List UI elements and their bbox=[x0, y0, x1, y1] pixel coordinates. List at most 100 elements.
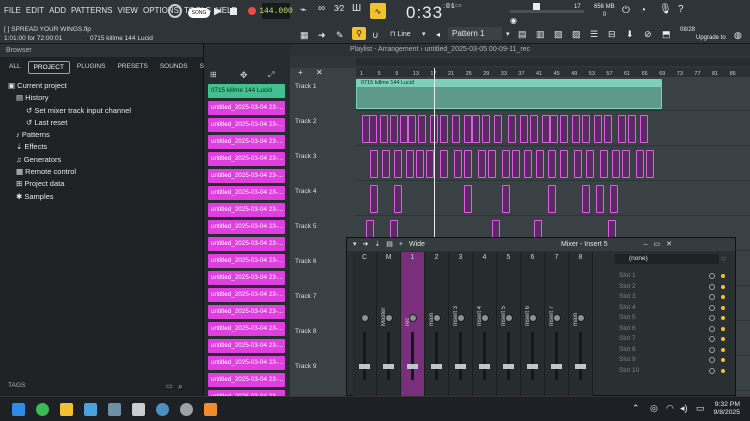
tab-all[interactable]: ALL bbox=[4, 61, 26, 74]
pattern-clip[interactable] bbox=[416, 150, 424, 178]
pattern-clip[interactable] bbox=[550, 115, 558, 143]
channel-button[interactable]: untitled_2025-03-04 23-... bbox=[208, 237, 285, 251]
close-icon[interactable]: ✕ bbox=[316, 68, 323, 77]
pattern-clip[interactable] bbox=[560, 150, 568, 178]
effect-slot[interactable]: Slot 2 bbox=[619, 283, 636, 290]
record-icon[interactable] bbox=[248, 7, 256, 15]
fader-track[interactable] bbox=[387, 332, 390, 380]
track-label[interactable]: Track 7 bbox=[290, 293, 348, 300]
tag-icon[interactable]: ⊘ bbox=[644, 29, 652, 40]
channel-button[interactable]: untitled_2025-03-04 23-... bbox=[208, 220, 285, 234]
pattern-clip[interactable] bbox=[394, 150, 402, 178]
pan-knob[interactable] bbox=[577, 314, 585, 322]
pan-knob[interactable] bbox=[505, 314, 513, 322]
mixer-strip[interactable]: C bbox=[353, 252, 377, 396]
wifi-icon[interactable]: ◠ bbox=[666, 403, 674, 414]
pattern-clip[interactable] bbox=[440, 150, 448, 178]
mixer-view-icon[interactable]: ▤ bbox=[386, 238, 393, 251]
system-clock[interactable]: 9:32 PM 9/8/2025 bbox=[714, 401, 740, 417]
cpu-chart-icon[interactable]: ◔ bbox=[640, 5, 646, 16]
close-mixer-icon[interactable]: ✕ bbox=[666, 238, 672, 251]
fader-handle[interactable] bbox=[383, 364, 394, 369]
pattern-clip[interactable] bbox=[622, 150, 630, 178]
tree-remote-control[interactable]: ▦ Remote control bbox=[0, 166, 203, 178]
pattern-clip[interactable] bbox=[394, 185, 402, 213]
tree-history-item[interactable]: ↺ Last reset bbox=[0, 117, 203, 129]
pattern-clip[interactable] bbox=[574, 150, 582, 178]
effect-slot[interactable]: Slot 8 bbox=[619, 346, 636, 353]
track-label[interactable]: Track 1 bbox=[290, 83, 348, 90]
pattern-selector[interactable]: Pattern 1 bbox=[448, 27, 502, 40]
fl-studio-icon[interactable] bbox=[204, 403, 217, 416]
fader-handle[interactable] bbox=[479, 364, 490, 369]
track-label[interactable]: Track 6 bbox=[290, 258, 348, 265]
tree-patterns[interactable]: ♪ Patterns bbox=[0, 129, 203, 141]
slot-mix-knob[interactable] bbox=[709, 346, 715, 353]
slot-enable-led[interactable] bbox=[721, 337, 725, 341]
pattern-clip[interactable] bbox=[464, 150, 472, 178]
upgrade-link[interactable]: Upgrade to bbox=[696, 35, 726, 41]
pattern-clip[interactable] bbox=[560, 115, 568, 143]
play-icon[interactable]: ▶ bbox=[214, 6, 222, 17]
help-icon[interactable]: ? bbox=[678, 4, 684, 15]
song-mode-icon[interactable] bbox=[168, 4, 182, 18]
magnet-icon[interactable]: ∪ bbox=[372, 30, 379, 41]
pattern-prev-icon[interactable]: ◂ bbox=[436, 30, 440, 39]
slot-mix-knob[interactable] bbox=[709, 304, 715, 311]
slot-mix-knob[interactable] bbox=[709, 294, 715, 300]
pattern-clip[interactable] bbox=[370, 185, 378, 213]
effect-slot[interactable]: Slot 6 bbox=[619, 325, 636, 332]
pattern-clip[interactable] bbox=[596, 185, 604, 213]
channel-button[interactable]: untitled_2025-03-04 23-... bbox=[208, 101, 285, 115]
pattern-clip[interactable] bbox=[472, 115, 480, 143]
channel-button[interactable]: untitled_2025-03-04 23-... bbox=[208, 135, 285, 149]
pattern-clip[interactable] bbox=[478, 150, 486, 178]
slot-enable-led[interactable] bbox=[721, 284, 725, 289]
mixer-strip[interactable]: 7 Insert 7 bbox=[545, 252, 569, 396]
pattern-clip[interactable] bbox=[400, 115, 408, 143]
arrow-icon[interactable]: ➜ bbox=[318, 30, 326, 41]
blend-notes-icon[interactable]: Ш bbox=[352, 3, 361, 14]
pattern-clip[interactable] bbox=[426, 150, 434, 178]
tree-current-project[interactable]: ▣ Current project bbox=[0, 80, 203, 92]
obs-icon[interactable] bbox=[180, 403, 193, 416]
pencil-icon[interactable]: ✎ bbox=[336, 30, 344, 41]
channel-button[interactable]: untitled_2025-03-04 23-... bbox=[208, 203, 285, 217]
pattern-clip[interactable] bbox=[440, 115, 448, 143]
effect-slot[interactable]: Slot 4 bbox=[619, 304, 636, 311]
pattern-clip[interactable] bbox=[454, 150, 462, 178]
fader-handle[interactable] bbox=[575, 364, 586, 369]
fader-track[interactable] bbox=[531, 332, 534, 380]
tempo-display[interactable]: 144.000 bbox=[259, 3, 293, 19]
tray-chevron-icon[interactable]: ⌃ bbox=[632, 403, 640, 414]
move-icon[interactable]: ✥ bbox=[240, 70, 248, 81]
timeline-ruler[interactable]: 1591317212529333741454953576165697377818… bbox=[356, 68, 750, 77]
pat-song-toggle[interactable]: SONG bbox=[188, 8, 210, 18]
pan-knob[interactable] bbox=[553, 314, 561, 322]
slot-mix-knob[interactable] bbox=[709, 357, 715, 363]
app-icon-3[interactable] bbox=[132, 403, 145, 416]
slot-mix-knob[interactable] bbox=[709, 325, 715, 332]
menu-file[interactable]: FILE bbox=[4, 6, 21, 15]
pattern-clip[interactable] bbox=[494, 115, 502, 143]
chrome-icon[interactable] bbox=[36, 403, 49, 416]
preset-selector[interactable]: (none) bbox=[615, 254, 719, 264]
slot-enable-led[interactable] bbox=[721, 316, 725, 320]
app-icon-2[interactable] bbox=[108, 403, 121, 416]
fader-track[interactable] bbox=[459, 332, 462, 380]
insert-menu-icon[interactable]: ◌ bbox=[721, 254, 726, 263]
channel-button[interactable]: untitled_2025-03-04 23-... bbox=[208, 271, 285, 285]
fader-handle[interactable] bbox=[431, 364, 442, 369]
fader-handle[interactable] bbox=[455, 364, 466, 369]
fader-handle[interactable] bbox=[527, 364, 538, 369]
mixer-add-icon[interactable]: + bbox=[399, 238, 403, 251]
mixer-strip[interactable]: 3 Insert 3 bbox=[449, 252, 473, 396]
fader-track[interactable] bbox=[363, 332, 366, 380]
fader-track[interactable] bbox=[411, 332, 414, 380]
slot-enable-led[interactable] bbox=[721, 368, 725, 373]
pattern-clip[interactable] bbox=[600, 150, 608, 178]
menu-add[interactable]: ADD bbox=[49, 6, 66, 15]
fader-handle[interactable] bbox=[551, 364, 562, 369]
pan-knob[interactable] bbox=[481, 314, 489, 322]
power-icon[interactable]: ⏻ bbox=[622, 5, 630, 16]
